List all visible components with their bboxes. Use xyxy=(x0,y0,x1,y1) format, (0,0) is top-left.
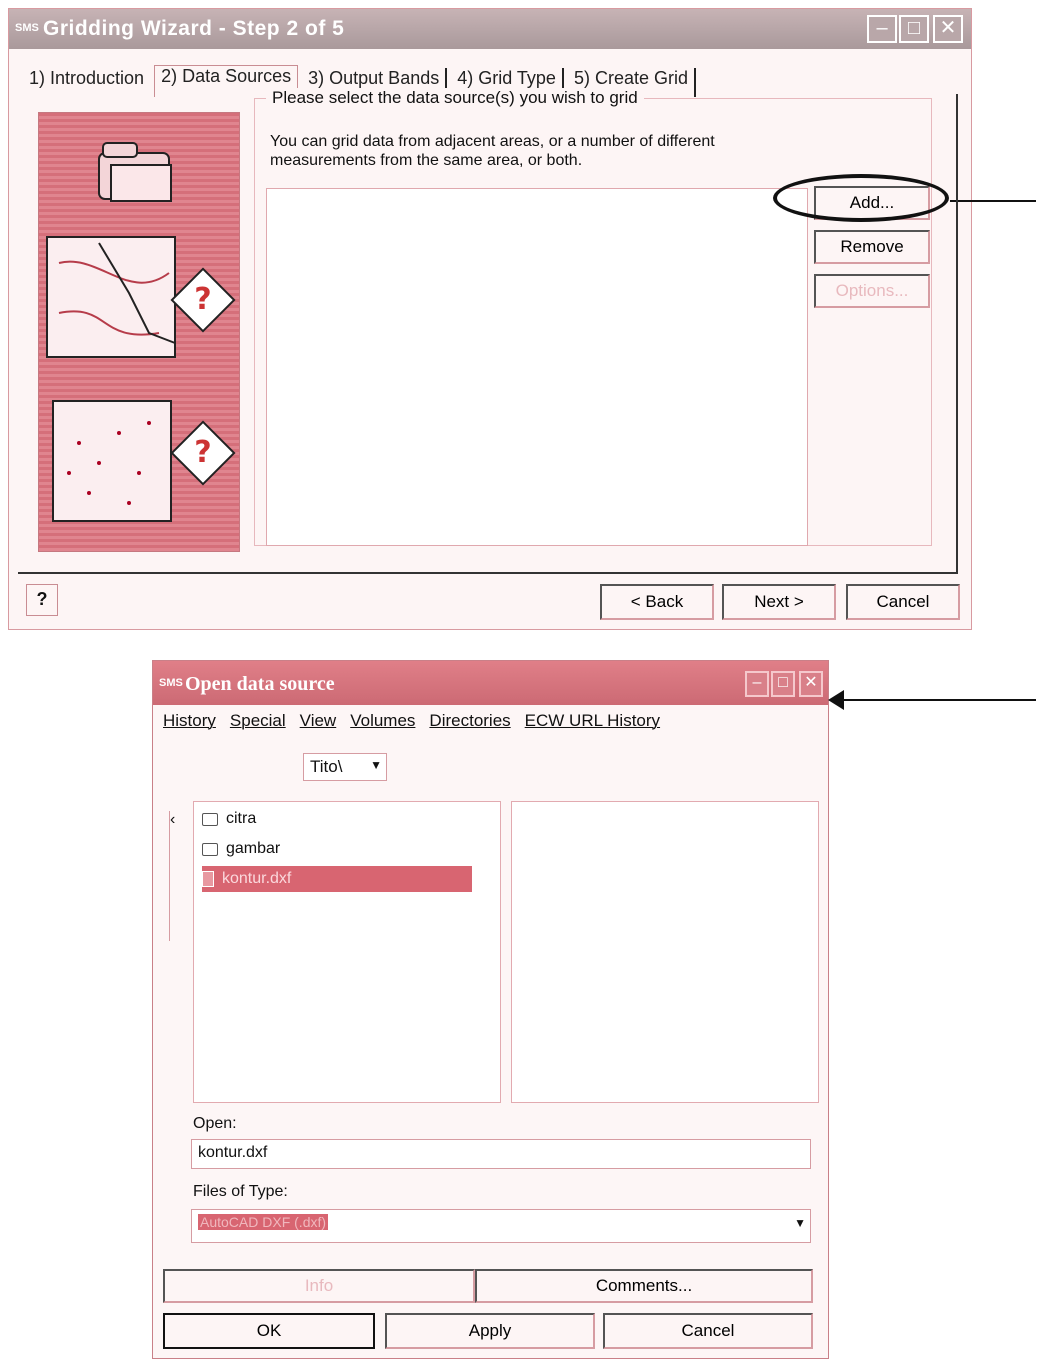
menu-ecw-url-history[interactable]: ECW URL History xyxy=(525,711,660,731)
question-diamond-icon-2: ? xyxy=(170,420,236,486)
data-source-list[interactable] xyxy=(266,188,808,546)
svg-text:?: ? xyxy=(194,435,211,470)
file-name: kontur.dxf xyxy=(222,870,292,887)
open-data-source-window: SMS Open data source – □ ✕ History Speci… xyxy=(152,660,829,1359)
svg-text:?: ? xyxy=(194,282,211,317)
minimize-icon-2[interactable]: – xyxy=(745,671,769,697)
description-text: You can grid data from adjacent areas, o… xyxy=(270,133,715,169)
open-cancel-button[interactable]: Cancel xyxy=(603,1313,813,1349)
files-of-type-value: AutoCAD DXF (.dxf) xyxy=(198,1214,329,1230)
files-of-type-select[interactable]: AutoCAD DXF (.dxf) ▼ xyxy=(191,1209,811,1243)
info-button[interactable]: Info xyxy=(163,1269,475,1303)
path-select[interactable]: Tito\ ▼ xyxy=(303,753,387,781)
chevron-down-icon-2: ▼ xyxy=(794,1216,806,1230)
open-dialog-title-bar[interactable]: SMS Open data source – □ ✕ xyxy=(153,661,828,705)
folder-icon xyxy=(202,842,218,856)
open-label: Open: xyxy=(193,1115,237,1132)
question-diamond-icon: ? xyxy=(170,267,236,333)
folder-icon xyxy=(98,142,172,202)
list-item[interactable]: gambar xyxy=(202,836,280,862)
tab-introduction[interactable]: 1) Introduction xyxy=(23,68,150,97)
apply-button[interactable]: Apply xyxy=(385,1313,595,1349)
open-dialog-callout-line xyxy=(842,699,1036,701)
next-button[interactable]: Next > xyxy=(722,584,836,620)
options-button[interactable]: Options... xyxy=(814,274,930,308)
wizard-right-border xyxy=(956,94,958,572)
menu-special[interactable]: Special xyxy=(230,711,286,731)
app-logo-icon-2: SMS xyxy=(159,677,183,689)
close-icon-2[interactable]: ✕ xyxy=(799,671,823,697)
add-callout-ellipse xyxy=(773,174,949,222)
menu-volumes[interactable]: Volumes xyxy=(350,711,415,731)
path-value: Tito\ xyxy=(310,757,343,776)
arrow-left-icon xyxy=(828,690,844,710)
files-of-type-label: Files of Type: xyxy=(193,1183,288,1200)
file-name: gambar xyxy=(226,840,281,857)
help-icon[interactable]: ? xyxy=(26,584,58,616)
minimize-icon[interactable]: – xyxy=(867,15,897,43)
open-dialog-title: Open data source xyxy=(185,673,335,695)
wizard-title-bar[interactable]: SMS Gridding Wizard - Step 2 of 5 – □ ✕ xyxy=(9,9,971,49)
contour-map-icon xyxy=(46,236,176,358)
list-item[interactable]: citra xyxy=(202,806,256,832)
back-button[interactable]: < Back xyxy=(600,584,714,620)
folder-list[interactable]: citra gambar kontur.dxf xyxy=(193,801,501,1103)
open-filename-input[interactable]: kontur.dxf xyxy=(191,1139,811,1169)
file-preview-list[interactable] xyxy=(511,801,819,1103)
close-icon[interactable]: ✕ xyxy=(933,15,963,43)
maximize-icon[interactable]: □ xyxy=(899,15,929,43)
maximize-icon-2[interactable]: □ xyxy=(771,671,795,697)
wizard-cancel-button[interactable]: Cancel xyxy=(846,584,960,620)
menu-history[interactable]: History xyxy=(163,711,216,731)
group-legend: Please select the data source(s) you wis… xyxy=(266,88,644,108)
add-callout-line xyxy=(950,200,1036,202)
remove-button[interactable]: Remove xyxy=(814,230,930,264)
wizard-title: Gridding Wizard - Step 2 of 5 xyxy=(43,17,345,40)
menu-view[interactable]: View xyxy=(300,711,337,731)
file-name: citra xyxy=(226,810,257,827)
menu-directories[interactable]: Directories xyxy=(429,711,510,731)
wizard-footer-divider xyxy=(18,572,958,574)
point-data-map-icon xyxy=(52,400,172,522)
app-logo-icon: SMS xyxy=(15,22,39,34)
file-icon xyxy=(202,871,214,887)
comments-button[interactable]: Comments... xyxy=(475,1269,813,1303)
list-item-selected[interactable]: kontur.dxf xyxy=(202,866,472,892)
folder-icon xyxy=(202,812,218,826)
wizard-side-illustration: ? ? xyxy=(38,112,240,552)
collapse-left-icon[interactable]: ‹ xyxy=(169,811,180,941)
ok-button[interactable]: OK xyxy=(163,1313,375,1349)
chevron-down-icon: ▼ xyxy=(370,758,382,772)
open-dialog-menubar: History Special View Volumes Directories… xyxy=(163,711,660,731)
